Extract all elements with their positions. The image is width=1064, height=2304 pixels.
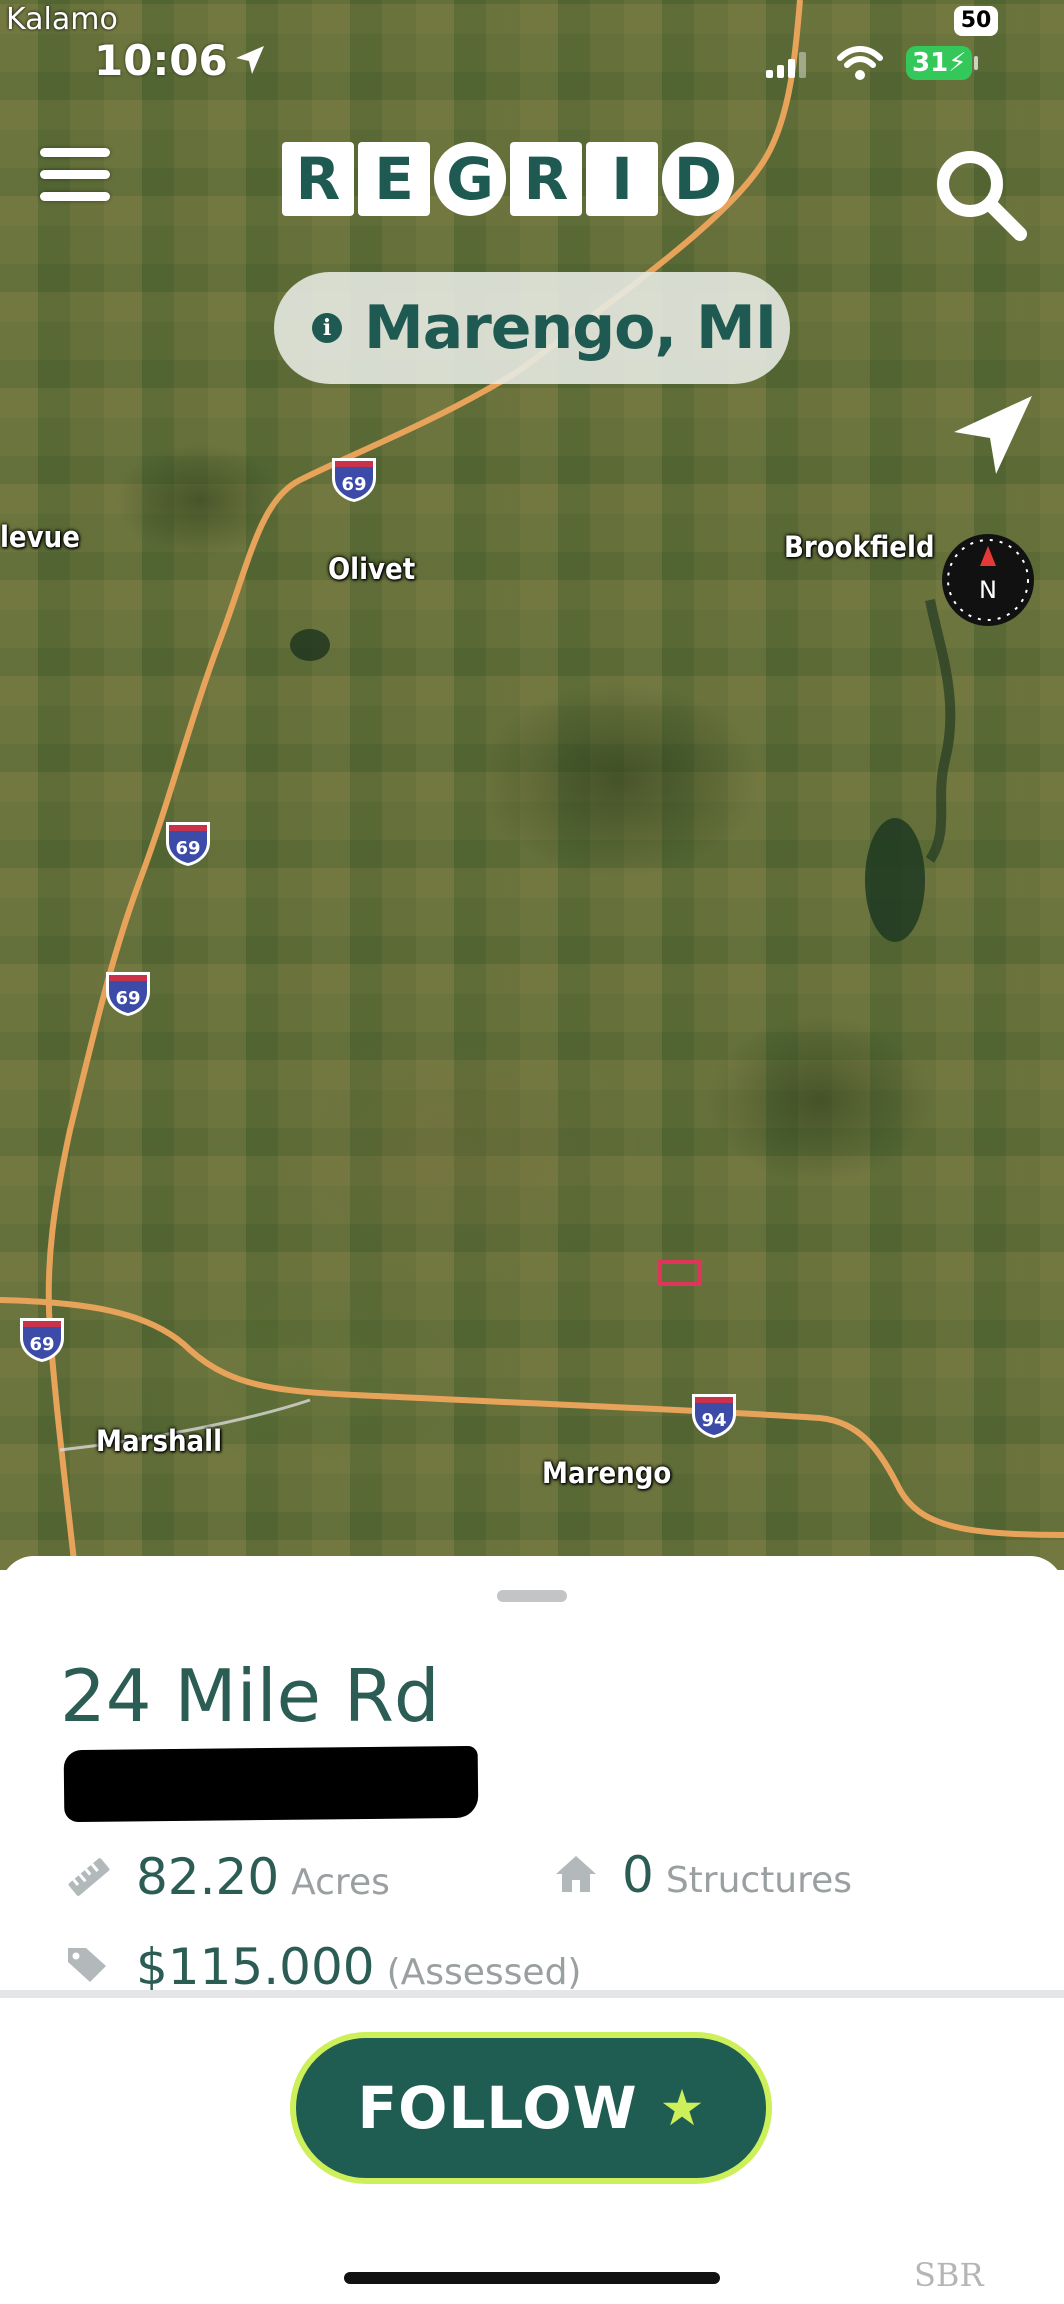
- interstate-69-shield-icon: 69: [328, 452, 380, 504]
- ruler-icon: [66, 1854, 112, 1904]
- hamburger-menu-icon[interactable]: [40, 148, 120, 212]
- watermark: SBR: [914, 2256, 984, 2294]
- house-icon: [554, 1854, 598, 1898]
- battery-indicator: 31⚡: [906, 46, 972, 80]
- shield-number: 69: [115, 988, 140, 1009]
- home-indicator[interactable]: [344, 2272, 720, 2284]
- logo-letter: G: [434, 142, 506, 216]
- screen: levue Olivet Brookfield Marshall Marengo…: [0, 0, 1064, 2304]
- map-label-bellevue: levue: [0, 520, 80, 554]
- interstate-94-shield-icon: 94: [688, 1388, 740, 1440]
- highway-i69: [45, 0, 803, 1570]
- follow-label: FOLLOW: [357, 2074, 638, 2142]
- info-icon: i: [312, 313, 342, 343]
- location-services-icon: [234, 44, 266, 80]
- compass-north-label: N: [979, 576, 997, 604]
- shield-number: 69: [341, 474, 366, 495]
- logo-letter: E: [358, 142, 430, 216]
- map-label-brookfield: Brookfield: [784, 530, 935, 564]
- map-label-marshall: Marshall: [96, 1424, 223, 1458]
- shield-number: 94: [701, 1410, 726, 1431]
- map-overlay: [0, 0, 1064, 1570]
- sheet-grabber[interactable]: [497, 1590, 567, 1602]
- parcel-address: 24 Mile Rd: [60, 1654, 440, 1738]
- wifi-icon: [836, 44, 884, 86]
- logo-letter: I: [586, 142, 658, 216]
- lake: [290, 629, 330, 661]
- interstate-69-shield-icon: 69: [102, 966, 154, 1018]
- map-label-marengo: Marengo: [542, 1456, 672, 1490]
- regrid-logo: R E G R I D: [282, 142, 734, 216]
- logo-letter: D: [662, 142, 734, 216]
- map-label-olivet: Olivet: [328, 552, 416, 586]
- price-tag-icon: [66, 1944, 112, 1988]
- current-location-pill[interactable]: i Marengo, MI: [274, 272, 790, 384]
- parcel-outline[interactable]: [658, 1260, 702, 1286]
- follow-button[interactable]: FOLLOW ★: [290, 2032, 772, 2184]
- river: [925, 599, 956, 863]
- sheet-divider: [0, 1990, 1064, 1998]
- shield-number: 69: [175, 838, 200, 859]
- logo-letter: R: [510, 142, 582, 216]
- assessed-value: $115.000: [136, 1938, 375, 1996]
- parcel-details-sheet[interactable]: 24 Mile Rd 82.20 Acres 0 Structures $115…: [0, 1556, 1064, 1996]
- status-time: 10:06: [94, 36, 228, 85]
- star-icon: ★: [659, 2079, 705, 2137]
- search-icon[interactable]: [930, 144, 1030, 248]
- battery-level: 31: [912, 48, 949, 78]
- network-badge: 50: [954, 6, 998, 36]
- back-to-app-label[interactable]: Kalamo: [6, 2, 118, 37]
- battery-nub: [974, 56, 978, 70]
- interstate-69-shield-icon: 69: [16, 1312, 68, 1364]
- satellite-map[interactable]: levue Olivet Brookfield Marshall Marengo…: [0, 0, 1064, 1570]
- acres-value: 82.20: [136, 1848, 280, 1906]
- logo-letter: R: [282, 142, 354, 216]
- acres-unit: Acres: [291, 1862, 390, 1903]
- charging-bolt-icon: ⚡: [948, 48, 967, 78]
- assessed-stat: $115.000 (Assessed): [66, 1938, 581, 1996]
- interstate-69-shield-icon: 69: [162, 816, 214, 868]
- acres-stat: 82.20 Acres: [66, 1848, 390, 1906]
- redacted-text: [63, 1745, 479, 1823]
- structures-value: 0: [622, 1846, 654, 1904]
- structures-stat: 0 Structures: [554, 1846, 852, 1904]
- navigation-arrow-icon[interactable]: [948, 392, 1036, 484]
- compass-icon[interactable]: N: [940, 532, 1036, 628]
- structures-unit: Structures: [665, 1860, 853, 1901]
- shield-number: 69: [29, 1334, 54, 1355]
- cellular-signal-icon: [766, 52, 810, 82]
- highway-i94: [0, 1297, 1064, 1538]
- lake: [865, 818, 925, 942]
- location-name: Marengo, MI: [364, 293, 777, 363]
- assessed-unit: (Assessed): [386, 1952, 582, 1993]
